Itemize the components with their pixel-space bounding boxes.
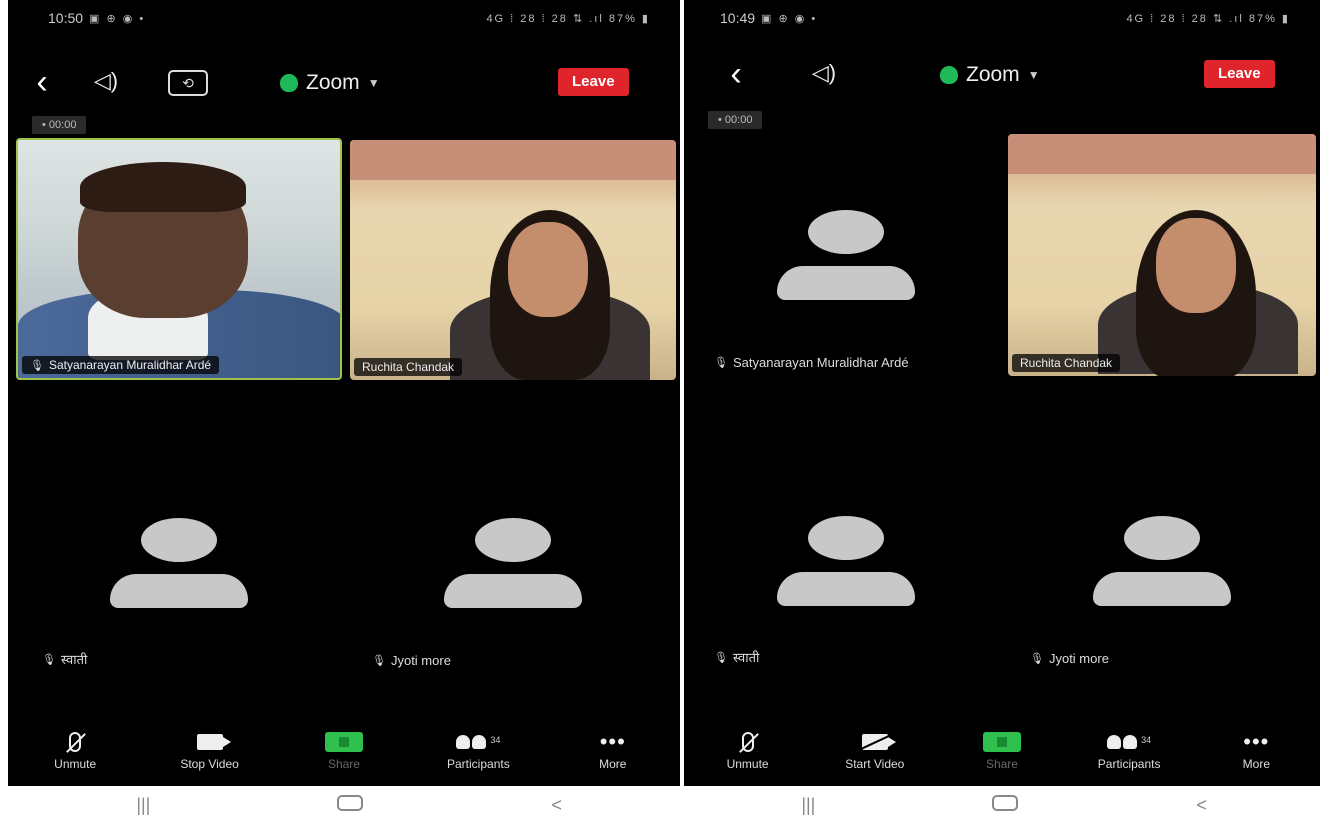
meeting-toolbar: Unmute Stop Video Share 34 Participants …	[8, 730, 680, 786]
share-screen-icon	[324, 732, 363, 752]
meeting-toolbar: Unmute Start Video Share 34 Participants…	[684, 730, 1320, 786]
microphone-icon: 🎙︎	[1030, 653, 1044, 665]
start-video-button[interactable]: Start Video	[825, 730, 925, 771]
android-nav-bar: ||| <	[710, 788, 1300, 822]
avatar-placeholder-icon	[688, 516, 1004, 608]
meeting-title[interactable]: Zoom ▼	[940, 60, 1040, 90]
unmute-button[interactable]: Unmute	[698, 730, 798, 771]
participants-button[interactable]: 34 Participants	[428, 730, 528, 771]
participant-name: Jyoti more	[1048, 651, 1109, 666]
share-screen-icon	[982, 732, 1021, 752]
more-icon: •••	[1243, 729, 1270, 754]
more-icon: •••	[599, 729, 626, 754]
microphone-icon: 🎙︎	[714, 651, 728, 664]
home-button[interactable]	[975, 794, 1035, 816]
meeting-screen-right: 10:49 ▣ ⊕ ◉ • 4G ⁞ 28 ⁞ 28 ⇅ .ıl 87% ▮ ‹…	[684, 0, 1320, 786]
participant-tile-avatar[interactable]: 🎙︎ Jyoti more	[1008, 400, 1316, 680]
participant-count: 34	[1141, 735, 1152, 745]
chevron-down-icon: ▼	[367, 76, 380, 90]
clock: 10:49	[720, 10, 756, 26]
share-button[interactable]: Share	[952, 730, 1052, 771]
home-icon	[336, 794, 363, 811]
share-button[interactable]: Share	[294, 730, 394, 771]
signal-battery-icons: 4G ⁞ 28 ⁞ 28 ⇅ .ıl 87% ▮	[1126, 12, 1290, 25]
more-button[interactable]: ••• More	[563, 729, 663, 772]
clock: 10:50	[48, 10, 84, 26]
home-icon	[991, 794, 1018, 811]
participant-tile-avatar[interactable]: 🎙︎ स्वाती	[16, 400, 342, 680]
participant-name-tag: Ruchita Chandak	[354, 358, 463, 376]
microphone-icon: 🎙︎	[42, 653, 56, 666]
microphone-icon: 🎙︎	[30, 359, 44, 372]
leave-button[interactable]: Leave	[558, 68, 629, 96]
participant-tile-video[interactable]: 🎙︎ Satyanarayan Muralidhar Ardé	[16, 138, 342, 380]
more-button[interactable]: ••• More	[1206, 729, 1306, 772]
participant-name-tag: 🎙︎ Jyoti more	[364, 651, 459, 670]
status-bar: 10:49 ▣ ⊕ ◉ • 4G ⁞ 28 ⁞ 28 ⇅ .ıl 87% ▮	[720, 6, 1290, 30]
participant-count: 34	[490, 735, 501, 745]
participant-name: Satyanarayan Muralidhar Ardé	[732, 355, 909, 370]
participant-tile-avatar[interactable]: 🎙︎ Jyoti more	[350, 400, 676, 680]
participant-name: स्वाती	[60, 652, 88, 667]
participant-name: Ruchita Chandak	[1020, 356, 1113, 370]
participants-icon: 34	[1107, 735, 1151, 749]
android-nav-bar: ||| <	[40, 788, 660, 822]
avatar-placeholder-icon	[350, 518, 676, 610]
speaker-icon[interactable]: ◁)	[802, 60, 846, 90]
participant-tile-avatar[interactable]: 🎙︎ Satyanarayan Muralidhar Ardé	[688, 134, 1004, 382]
stop-video-button[interactable]: Stop Video	[160, 730, 260, 771]
leave-button[interactable]: Leave	[1204, 60, 1275, 88]
home-button[interactable]	[320, 794, 380, 816]
participant-name-tag: 🎙︎ स्वाती	[34, 648, 95, 670]
mic-muted-icon	[69, 732, 82, 752]
meeting-timer: • 00:00	[708, 111, 763, 129]
participant-name: Jyoti more	[390, 653, 451, 668]
meeting-title-label: Zoom	[306, 71, 360, 94]
meeting-title[interactable]: Zoom ▼	[280, 68, 380, 98]
unmute-button[interactable]: Unmute	[25, 730, 125, 771]
participant-name-tag: 🎙︎ Jyoti more	[1022, 649, 1117, 668]
recents-button[interactable]: |||	[113, 795, 173, 816]
avatar-placeholder-icon	[16, 518, 342, 610]
video-off-icon	[861, 734, 896, 750]
participant-name: Ruchita Chandak	[362, 360, 455, 374]
notification-icons: ▣ ⊕ ◉ •	[761, 12, 818, 25]
security-shield-icon	[280, 74, 298, 92]
meeting-title-label: Zoom	[966, 63, 1020, 86]
signal-battery-icons: 4G ⁞ 28 ⁞ 28 ⇅ .ıl 87% ▮	[486, 12, 650, 25]
avatar-placeholder-icon	[688, 210, 1004, 302]
notification-icons: ▣ ⊕ ◉ •	[89, 12, 146, 25]
participants-button[interactable]: 34 Participants	[1079, 730, 1179, 771]
nav-back-button[interactable]: <	[527, 795, 587, 816]
camera-flip-icon[interactable]: ⟲	[166, 68, 210, 98]
participant-name-tag: Ruchita Chandak	[1012, 354, 1121, 372]
mic-muted-icon	[741, 732, 754, 752]
back-button[interactable]: ‹	[718, 56, 754, 92]
avatar-placeholder-icon	[1008, 516, 1316, 608]
microphone-icon: 🎙︎	[714, 357, 728, 369]
status-bar: 10:50 ▣ ⊕ ◉ • 4G ⁞ 28 ⁞ 28 ⇅ .ıl 87% ▮	[48, 6, 650, 30]
nav-back-button[interactable]: <	[1172, 795, 1232, 816]
participant-name: Satyanarayan Muralidhar Ardé	[48, 358, 212, 372]
participants-icon: 34	[456, 735, 500, 749]
participant-tile-video[interactable]: Ruchita Chandak	[350, 140, 676, 380]
back-button[interactable]: ‹	[24, 64, 60, 100]
chevron-down-icon: ▼	[1027, 68, 1040, 82]
speaker-icon[interactable]: ◁)	[84, 68, 128, 98]
participant-tile-video[interactable]: Ruchita Chandak	[1008, 134, 1316, 376]
recents-button[interactable]: |||	[778, 795, 838, 816]
participant-name-tag: 🎙︎ Satyanarayan Muralidhar Ardé	[22, 356, 220, 374]
meeting-timer: • 00:00	[32, 116, 87, 134]
video-camera-icon	[196, 734, 231, 750]
participant-name-tag: 🎙︎ स्वाती	[706, 646, 767, 668]
meeting-top-bar: ‹ ◁) Zoom ▼ Leave	[684, 50, 1320, 100]
participant-name: स्वाती	[732, 650, 760, 665]
microphone-icon: 🎙︎	[372, 655, 386, 667]
meeting-screen-left: 10:50 ▣ ⊕ ◉ • 4G ⁞ 28 ⁞ 28 ⇅ .ıl 87% ▮ ‹…	[8, 0, 680, 786]
participant-tile-avatar[interactable]: 🎙︎ स्वाती	[688, 400, 1004, 680]
security-shield-icon	[940, 66, 958, 84]
meeting-top-bar: ‹ ◁) ⟲ Zoom ▼ Leave	[8, 58, 680, 108]
participant-name-tag: 🎙︎ Satyanarayan Muralidhar Ardé	[706, 353, 917, 372]
